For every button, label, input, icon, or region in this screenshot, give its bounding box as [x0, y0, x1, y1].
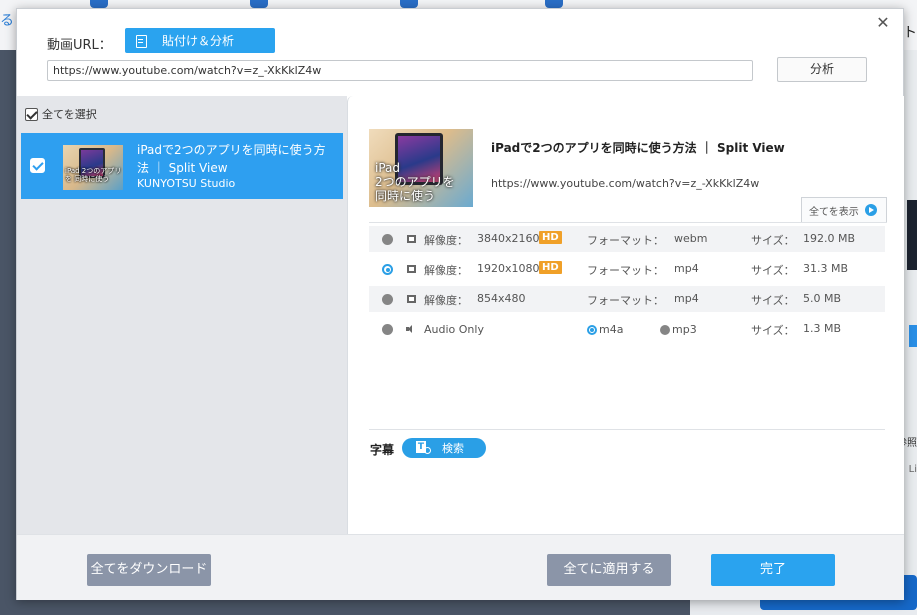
background-toolbar-icon [250, 0, 268, 8]
size-value: 31.3 MB [803, 262, 849, 275]
resolution-value: 1920x1080 [477, 262, 540, 275]
speaker-icon [406, 324, 416, 334]
thumbnail-line: 2つのアプリを [375, 175, 455, 189]
paste-analyze-button[interactable]: 貼付け＆分析 [125, 28, 275, 53]
format-radio[interactable] [382, 264, 393, 275]
audio-option-label: mp3 [672, 323, 697, 336]
select-all-label: 全てを選択 [42, 108, 97, 121]
format-radio[interactable] [382, 234, 393, 245]
format-row[interactable]: 解像度： 854x480 フォーマット： mp4 サイズ： 5.0 MB [369, 286, 885, 312]
format-value: mp4 [674, 292, 699, 305]
dialog-footer: 全てをダウンロード 全てに適用する 完了 [17, 534, 904, 600]
background-toolbar-icon [400, 0, 418, 8]
format-radio[interactable] [382, 324, 393, 335]
audio-radio[interactable] [587, 324, 597, 335]
url-label: 動画URL： [47, 38, 112, 53]
hd-badge: HD [539, 231, 562, 244]
url-input[interactable] [47, 60, 753, 81]
size-label: サイズ： [751, 264, 795, 277]
resolution-value: 3840x2160 [477, 232, 540, 245]
video-title: iPadで2つのアプリを同時に使う方法 ｜ Split View [137, 143, 326, 175]
download-all-button[interactable]: 全てをダウンロード [87, 554, 211, 586]
close-icon[interactable]: ✕ [875, 15, 891, 31]
resolution-label: 解像度： [424, 264, 468, 277]
audio-radio[interactable] [660, 324, 670, 335]
subtitle-label: 字幕 [370, 443, 395, 457]
subtitle-search-label: 検索 [442, 442, 464, 455]
size-label: サイズ： [751, 324, 795, 337]
format-label: フォーマット： [587, 294, 664, 307]
apply-all-button[interactable]: 全てに適用する [547, 554, 671, 586]
background-text: る [0, 13, 14, 29]
format-value: mp4 [674, 262, 699, 275]
background-toolbar-icon [90, 0, 108, 8]
analyze-button[interactable]: 分析 [777, 57, 867, 82]
thumbnail-line: 同時に使う [375, 189, 436, 203]
audio-option-mp3[interactable]: mp3 [660, 323, 697, 336]
video-list-panel: 全てを選択 iPad 2つのアプリを 同時に使う iPadで2つのアプリを同時に… [17, 96, 347, 534]
select-all[interactable]: 全てを選択 [25, 106, 97, 122]
size-value: 192.0 MB [803, 232, 856, 245]
item-checkbox[interactable] [30, 158, 45, 173]
divider [369, 429, 885, 430]
video-detail-panel: iPad 2つのアプリを 同時に使う iPadで2つのアプリを同時に使う方法 ｜… [347, 96, 904, 534]
detail-url: https://www.youtube.com/watch?v=z_-XkKkl… [491, 177, 760, 190]
size-label: サイズ： [751, 294, 795, 307]
audio-only-label: Audio Only [424, 323, 484, 336]
resolution-label: 解像度： [424, 294, 468, 307]
show-all-label: 全てを表示 [809, 206, 859, 218]
format-row[interactable]: 解像度： 1920x1080 HD フォーマット： mp4 サイズ： 31.3 … [369, 256, 885, 282]
paste-analyze-label: 貼付け＆分析 [162, 34, 235, 48]
format-radio[interactable] [382, 294, 393, 305]
thumbnail-line: iPad [375, 161, 401, 175]
background-toolbar-icon [545, 0, 563, 8]
show-all-button[interactable]: 全てを表示 [801, 197, 887, 222]
download-dialog: ✕ 動画URL： 貼付け＆分析 分析 全てを選択 iPad 2つのアプリを 同時… [16, 8, 904, 600]
subtitle-search-button[interactable]: 検索 [402, 438, 486, 458]
video-thumbnail-large: iPad 2つのアプリを 同時に使う [369, 129, 473, 207]
resolution-value: 854x480 [477, 292, 526, 305]
thumbnail-text: iPad 2つのアプリを 同時に使う [65, 167, 122, 183]
detail-title: iPadで2つのアプリを同時に使う方法 ｜ Split View [491, 141, 785, 155]
done-button[interactable]: 完了 [711, 554, 835, 586]
video-icon [407, 235, 416, 243]
format-label: フォーマット： [587, 264, 664, 277]
format-row[interactable]: 解像度： 3840x2160 HD フォーマット： webm サイズ： 192.… [369, 226, 885, 252]
format-value: webm [674, 232, 708, 245]
divider [369, 222, 887, 223]
format-label: フォーマット： [587, 234, 664, 247]
select-all-checkbox[interactable] [25, 107, 38, 121]
background-button [909, 325, 917, 347]
thumbnail-text: iPad 2つのアプリを 同時に使う [375, 161, 455, 203]
audio-row[interactable]: Audio Only m4a mp3 サイズ： 1.3 MB [369, 316, 885, 342]
size-value: 5.0 MB [803, 292, 842, 305]
background-video-preview [907, 200, 917, 270]
background-text: ト [903, 25, 917, 41]
video-icon [407, 295, 416, 303]
size-label: サイズ： [751, 234, 795, 247]
size-value: 1.3 MB [803, 322, 842, 335]
hd-badge: HD [539, 261, 562, 274]
audio-option-label: m4a [599, 323, 624, 336]
background-text: Li [908, 464, 917, 475]
play-icon [864, 204, 877, 216]
clipboard-icon [135, 34, 147, 48]
list-item[interactable]: iPad 2つのアプリを 同時に使う iPadで2つのアプリを同時に使う方法 ｜… [21, 133, 343, 199]
video-thumbnail: iPad 2つのアプリを 同時に使う [63, 145, 123, 190]
subtitle-search-icon [416, 440, 431, 455]
video-channel: KUNYOTSU Studio [137, 177, 236, 190]
resolution-label: 解像度： [424, 234, 468, 247]
video-icon [407, 265, 416, 273]
audio-option-m4a[interactable]: m4a [587, 323, 623, 336]
